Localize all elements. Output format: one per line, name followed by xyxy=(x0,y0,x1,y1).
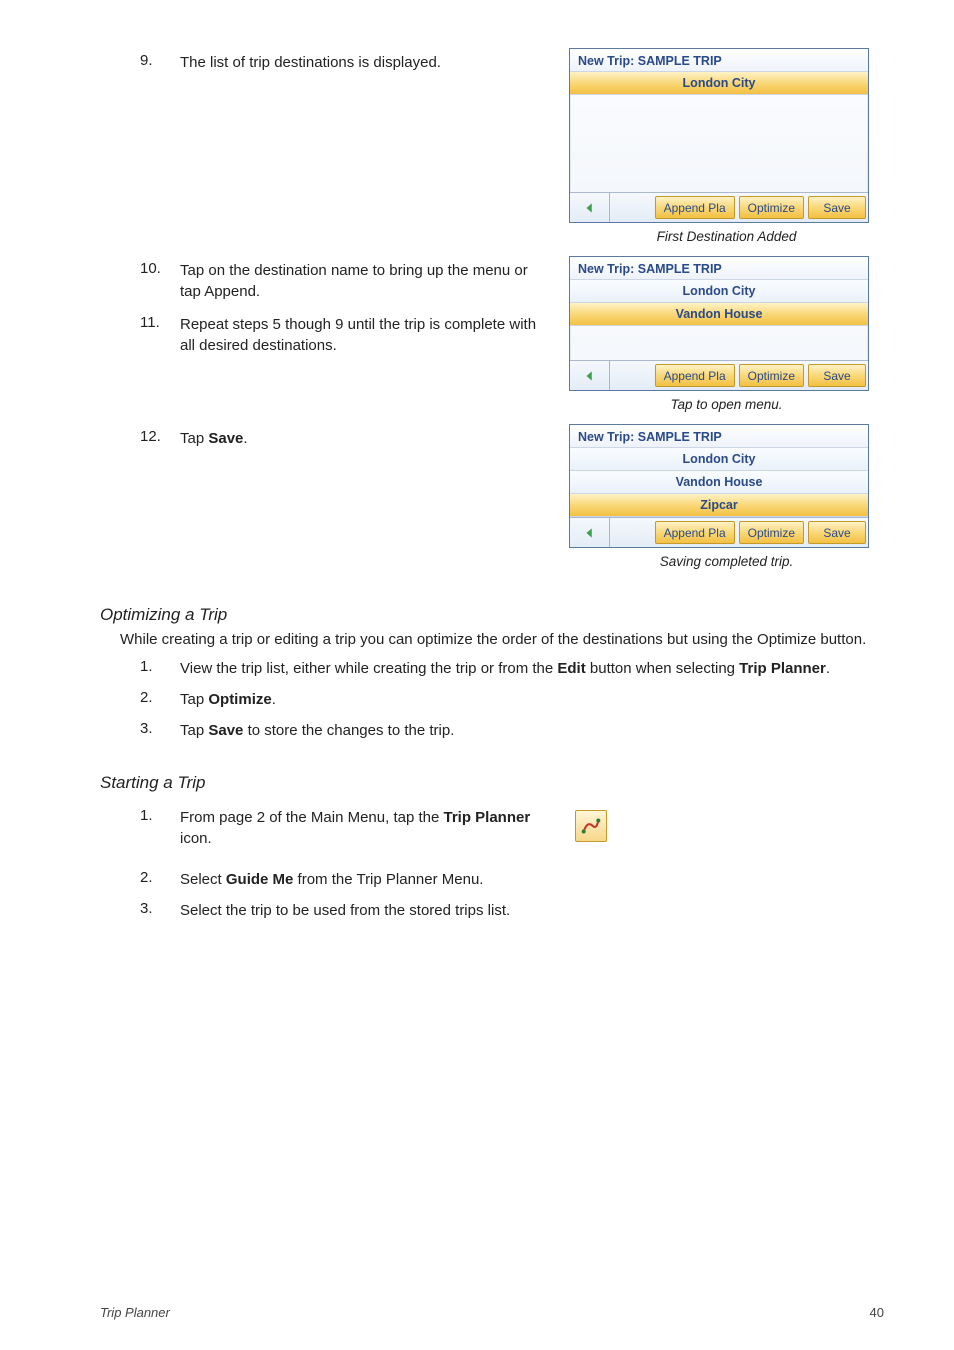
mock-button-bar: Append Pla Optimize Save xyxy=(570,517,868,547)
screenshot-saving-trip: New Trip: SAMPLE TRIP London City Vandon… xyxy=(569,424,869,548)
footer-page-number: 40 xyxy=(870,1305,884,1320)
optimizing-intro: While creating a trip or editing a trip … xyxy=(120,629,884,650)
mock-button-bar: Append Pla Optimize Save xyxy=(570,192,868,222)
list-item[interactable]: London City xyxy=(570,280,868,303)
mock-button-bar: Append Pla Optimize Save xyxy=(570,360,868,390)
step-num: 10. xyxy=(140,260,180,302)
caption: First Destination Added xyxy=(569,229,884,244)
back-arrow-icon xyxy=(583,201,597,215)
caption: Saving completed trip. xyxy=(569,554,884,569)
heading-starting: Starting a Trip xyxy=(100,773,884,793)
step-12: 12. Tap Save. xyxy=(140,428,549,449)
back-button[interactable] xyxy=(570,518,610,547)
opt-step-2: 2. Tap Optimize. xyxy=(140,689,884,710)
save-button[interactable]: Save xyxy=(808,364,866,387)
start-step-3: 3. Select the trip to be used from the s… xyxy=(140,900,884,921)
step-num: 3. xyxy=(140,720,180,741)
append-button[interactable]: Append Pla xyxy=(655,364,735,387)
step-text: From page 2 of the Main Menu, tap the Tr… xyxy=(180,807,549,849)
list-item[interactable]: Vandon House xyxy=(570,471,868,494)
step-text: Tap Optimize. xyxy=(180,689,884,710)
save-button[interactable]: Save xyxy=(808,521,866,544)
step-num: 1. xyxy=(140,658,180,679)
step-num: 2. xyxy=(140,689,180,710)
list-item[interactable]: Vandon House xyxy=(570,303,868,326)
step-text: Tap Save. xyxy=(180,428,549,449)
optimize-button[interactable]: Optimize xyxy=(739,521,804,544)
opt-step-3: 3. Tap Save to store the changes to the … xyxy=(140,720,884,741)
heading-optimizing: Optimizing a Trip xyxy=(100,605,884,625)
step-text: The list of trip destinations is display… xyxy=(180,52,549,73)
optimize-button[interactable]: Optimize xyxy=(739,364,804,387)
back-arrow-icon xyxy=(583,526,597,540)
append-button[interactable]: Append Pla xyxy=(655,521,735,544)
page-footer: Trip Planner 40 xyxy=(100,1305,884,1320)
step-text: Tap Save to store the changes to the tri… xyxy=(180,720,884,741)
step-num: 12. xyxy=(140,428,180,449)
step-text: Tap on the destination name to bring up … xyxy=(180,260,549,302)
step-9: 9. The list of trip destinations is disp… xyxy=(140,52,549,73)
list-item[interactable]: London City xyxy=(570,72,868,95)
mock-list: London City xyxy=(570,72,868,192)
step-num: 9. xyxy=(140,52,180,73)
step-text: Repeat steps 5 though 9 until the trip i… xyxy=(180,314,549,356)
mock-list: London City Vandon House Zipcar xyxy=(570,448,868,517)
step-num: 2. xyxy=(140,869,180,890)
start-step-1: 1. From page 2 of the Main Menu, tap the… xyxy=(140,807,549,849)
save-button[interactable]: Save xyxy=(808,196,866,219)
mock-title: New Trip: SAMPLE TRIP xyxy=(570,49,868,72)
mock-title: New Trip: SAMPLE TRIP xyxy=(570,257,868,280)
mock-title: New Trip: SAMPLE TRIP xyxy=(570,425,868,448)
back-arrow-icon xyxy=(583,369,597,383)
footer-section: Trip Planner xyxy=(100,1305,170,1320)
optimize-button[interactable]: Optimize xyxy=(739,196,804,219)
trip-planner-icon xyxy=(575,810,607,842)
start-step-2: 2. Select Guide Me from the Trip Planner… xyxy=(140,869,884,890)
back-button[interactable] xyxy=(570,193,610,222)
mock-list: London City Vandon House xyxy=(570,280,868,360)
trip-route-icon xyxy=(580,815,602,837)
caption: Tap to open menu. xyxy=(569,397,884,412)
step-text: Select the trip to be used from the stor… xyxy=(180,900,884,921)
step-text: View the trip list, either while creatin… xyxy=(180,658,884,679)
step-11: 11. Repeat steps 5 though 9 until the tr… xyxy=(140,314,549,356)
list-item[interactable]: Zipcar xyxy=(570,494,868,517)
step-num: 1. xyxy=(140,807,180,849)
list-item[interactable]: London City xyxy=(570,448,868,471)
back-button[interactable] xyxy=(570,361,610,390)
step-text: Select Guide Me from the Trip Planner Me… xyxy=(180,869,884,890)
step-num: 11. xyxy=(140,314,180,356)
step-10: 10. Tap on the destination name to bring… xyxy=(140,260,549,302)
screenshot-tap-to-open: New Trip: SAMPLE TRIP London City Vandon… xyxy=(569,256,869,391)
append-button[interactable]: Append Pla xyxy=(655,196,735,219)
screenshot-first-destination: New Trip: SAMPLE TRIP London City Append… xyxy=(569,48,869,223)
step-num: 3. xyxy=(140,900,180,921)
opt-step-1: 1. View the trip list, either while crea… xyxy=(140,658,884,679)
